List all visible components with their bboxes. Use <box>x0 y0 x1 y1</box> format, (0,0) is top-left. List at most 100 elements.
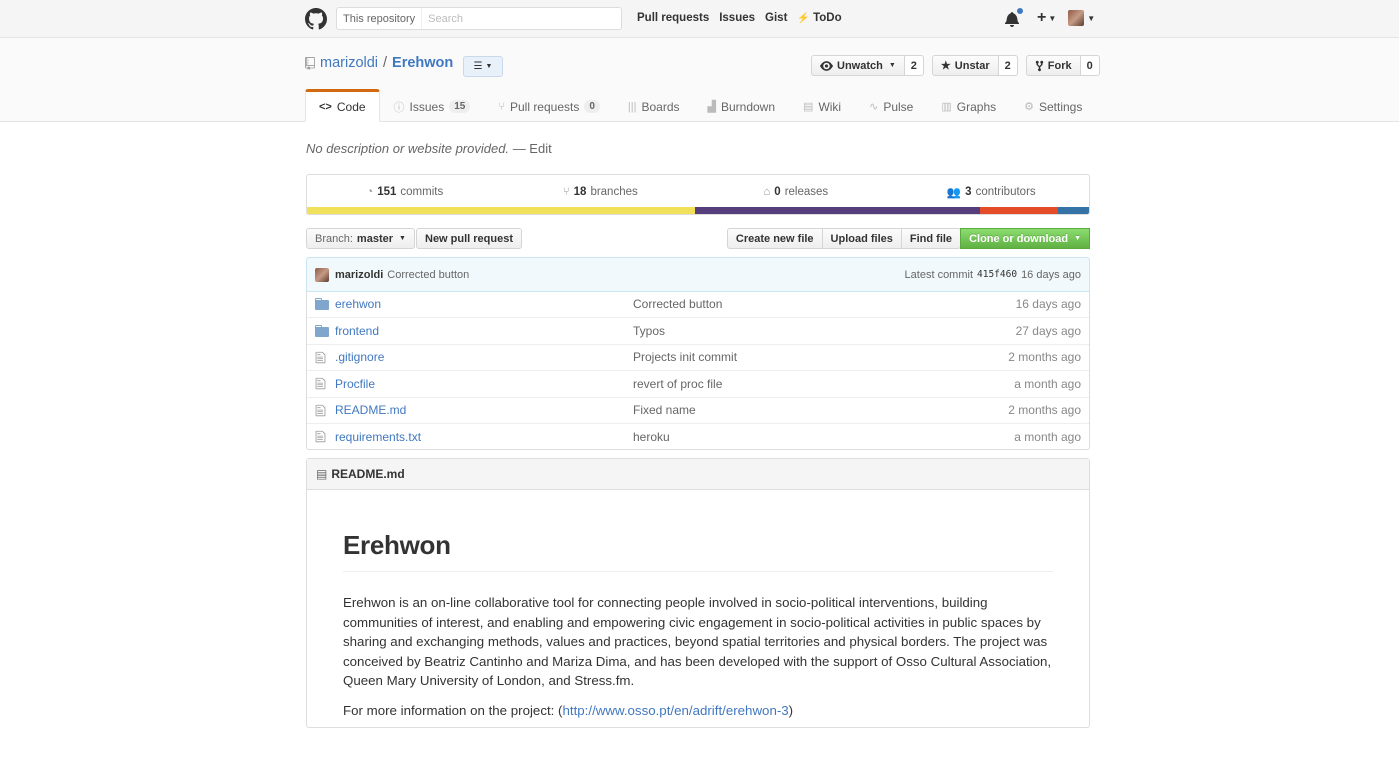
nav-gist[interactable]: Gist <box>765 12 787 24</box>
repo-nav: <> Code ⓘ Issues 15 ⑂ Pull requests 0 ||… <box>305 89 1096 122</box>
osso-project-link[interactable]: http://www.osso.pt/en/adrift/erehwon-3 <box>563 703 789 718</box>
language-bar[interactable] <box>306 207 1090 215</box>
file-commit-message[interactable]: Corrected button <box>633 297 941 311</box>
folder-icon <box>315 298 331 311</box>
releases-link[interactable]: ⌂ 0 releases <box>698 175 894 208</box>
create-new-dropdown[interactable]: + ▼ <box>1037 9 1056 27</box>
search-box[interactable]: This repository <box>336 7 622 30</box>
tab-wiki[interactable]: ▤ Wiki <box>789 89 855 122</box>
commits-label: commits <box>400 185 444 198</box>
create-new-file-button[interactable]: Create new file <box>726 228 823 249</box>
readme-box: ▤ README.md Erehwon Erehwon is an on-lin… <box>306 458 1090 728</box>
wiki-icon: ▤ <box>803 101 814 113</box>
file-list: erehwon Corrected button 16 days ago fronte… <box>306 291 1090 451</box>
star-group: ★ Unstar 2 <box>931 55 1018 76</box>
graph-icon: ▥ <box>941 101 952 113</box>
avatar <box>1068 10 1085 26</box>
tab-graphs-label: Graphs <box>956 99 997 114</box>
language-segment[interactable] <box>980 207 1058 214</box>
unstar-button[interactable]: ★ Unstar <box>931 55 999 76</box>
language-segment[interactable] <box>1057 207 1089 214</box>
notifications-bell-icon[interactable] <box>1005 7 1024 27</box>
file-name-link[interactable]: requirements.txt <box>335 430 633 444</box>
file-commit-message[interactable]: Projects init commit <box>633 350 941 364</box>
folder-icon <box>315 325 331 338</box>
star-count[interactable]: 2 <box>998 55 1018 76</box>
user-menu[interactable]: ▼ <box>1056 10 1095 26</box>
fork-button[interactable]: Fork <box>1025 55 1081 76</box>
file-commit-message[interactable]: Typos <box>633 324 941 338</box>
table-row: frontend Typos 27 days ago <box>307 317 1089 343</box>
caret-down-icon: ▼ <box>1074 235 1081 242</box>
unwatch-button[interactable]: Unwatch ▼ <box>811 55 905 76</box>
file-name-link[interactable]: erehwon <box>335 297 633 311</box>
file-name-link[interactable]: frontend <box>335 324 633 338</box>
table-row: erehwon Corrected button 16 days ago <box>307 291 1089 317</box>
branches-link[interactable]: ⑂ 18 branches <box>503 175 699 208</box>
code-icon: <> <box>319 100 332 113</box>
tab-burndown[interactable]: ▟ Burndown <box>694 89 790 122</box>
language-segment[interactable] <box>307 207 695 214</box>
unwatch-label: Unwatch <box>837 59 883 72</box>
issues-counter: 15 <box>449 100 471 113</box>
language-segment[interactable] <box>694 207 981 214</box>
file-name-link[interactable]: .gitignore <box>335 350 633 364</box>
branch-select-button[interactable]: Branch: master ▼ <box>306 228 415 249</box>
search-scope: This repository <box>337 8 423 29</box>
edit-description-link[interactable]: — Edit <box>513 141 552 156</box>
releases-label: releases <box>784 185 829 198</box>
file-name-link[interactable]: README.md <box>335 403 633 417</box>
numbers-summary: ◔ 151 commits ⑂ 18 branches ⌂ 0 releases… <box>306 174 1090 209</box>
file-age: 27 days ago <box>1015 324 1081 339</box>
readme-body: Erehwon Erehwon is an on-line collaborat… <box>307 490 1089 770</box>
projects-menu-button[interactable]: ☰ ▼ <box>463 56 503 77</box>
upload-files-button[interactable]: Upload files <box>821 228 902 249</box>
file-name-link[interactable]: Procfile <box>335 377 633 391</box>
tab-issues[interactable]: ⓘ Issues 15 <box>380 89 485 122</box>
new-pull-request-button[interactable]: New pull request <box>416 228 523 249</box>
commit-sha-link[interactable]: 415f460 <box>977 269 1017 280</box>
file-commit-message[interactable]: heroku <box>633 430 941 444</box>
commit-author-link[interactable]: marizoldi <box>335 269 383 281</box>
tab-settings[interactable]: ⚙ Settings <box>1010 89 1096 122</box>
more-info-prefix: For more information on the project: ( <box>343 702 563 718</box>
commits-link[interactable]: ◔ 151 commits <box>307 175 503 208</box>
find-file-button[interactable]: Find file <box>900 228 962 249</box>
watch-count[interactable]: 2 <box>904 55 924 76</box>
nav-pull-requests[interactable]: Pull requests <box>637 12 709 24</box>
repo-name-link[interactable]: Erehwon <box>392 55 453 71</box>
fork-group: Fork 0 <box>1025 55 1100 76</box>
contributors-link[interactable]: 👥 3 contributors <box>894 175 1090 208</box>
repo-actions: Unwatch ▼ 2 ★ Unstar 2 Fork 0 <box>811 55 1100 76</box>
issue-icon: ⓘ <box>393 101 405 114</box>
tab-code-label: Code <box>336 99 366 114</box>
burndown-icon: ▟ <box>707 101 716 113</box>
tab-boards[interactable]: ||| Boards <box>614 89 694 122</box>
branches-label: branches <box>590 185 638 198</box>
tab-pull-requests[interactable]: ⑂ Pull requests 0 <box>484 89 614 122</box>
file-commit-message[interactable]: revert of proc file <box>633 377 941 391</box>
tab-boards-label: Boards <box>641 99 680 114</box>
fork-count[interactable]: 0 <box>1080 55 1100 76</box>
commit-age: 16 days ago <box>1021 268 1081 281</box>
commit-message-link[interactable]: Corrected button <box>387 269 469 281</box>
history-icon: ◔ <box>366 185 374 198</box>
nav-todo[interactable]: ⚡ ToDo <box>797 12 841 24</box>
nav-issues[interactable]: Issues <box>719 12 755 24</box>
pull-request-icon: ⑂ <box>498 100 505 113</box>
file-age: a month ago <box>1014 429 1081 444</box>
repo-owner-link[interactable]: marizoldi <box>320 55 378 71</box>
tab-pulse[interactable]: ∿ Pulse <box>855 89 927 122</box>
clone-download-button[interactable]: Clone or download ▼ <box>960 228 1090 249</box>
file-age: 2 months ago <box>1008 350 1081 365</box>
file-commit-message[interactable]: Fixed name <box>633 403 941 417</box>
branch-name: master <box>356 232 393 245</box>
avatar[interactable] <box>315 267 329 282</box>
search-input[interactable] <box>422 12 613 25</box>
tab-graphs[interactable]: ▥ Graphs <box>927 89 1010 122</box>
branches-count: 18 <box>573 185 587 198</box>
github-logo-icon[interactable] <box>305 8 327 30</box>
readme-title: Erehwon <box>343 530 1053 572</box>
file-navigation: Branch: master ▼ New pull request Create… <box>306 228 1090 249</box>
tab-code[interactable]: <> Code <box>305 89 380 122</box>
